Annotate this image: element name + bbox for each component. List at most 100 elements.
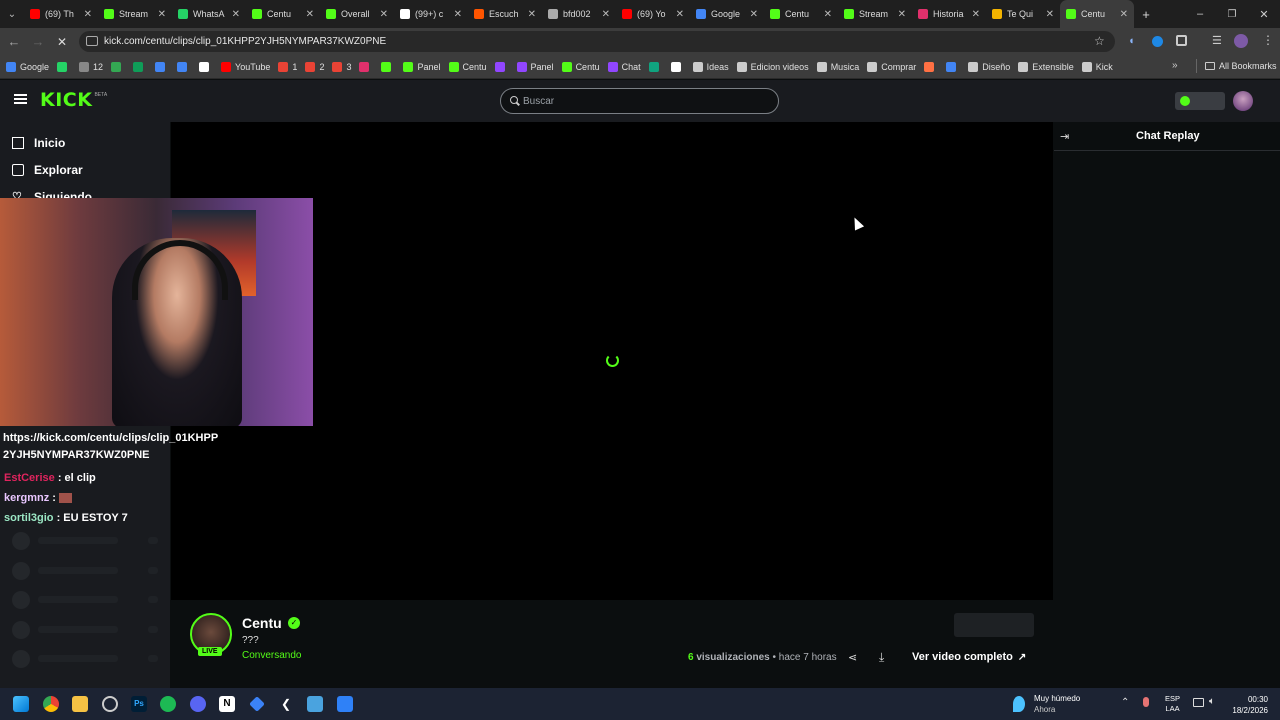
tab-12[interactable]: Historia ✕ xyxy=(912,0,986,28)
notes-icon[interactable] xyxy=(307,696,323,712)
tab-4[interactable]: Overall ✕ xyxy=(320,0,394,28)
tab-7[interactable]: bfd002 ✕ xyxy=(542,0,616,28)
stop-loading-button[interactable]: ✕ xyxy=(50,35,74,49)
media-controls-icon[interactable]: ☰ xyxy=(1212,34,1222,47)
bookmark-22[interactable]: Ideas xyxy=(692,61,729,72)
tab-close-icon[interactable]: ✕ xyxy=(676,9,684,20)
kick-logo[interactable]: KICK BETA xyxy=(40,89,107,111)
restore-button[interactable]: ❐ xyxy=(1216,9,1248,20)
notion-icon[interactable]: N xyxy=(219,696,235,712)
bookmark-5[interactable] xyxy=(155,61,169,72)
bookmark-8[interactable]: YouTube xyxy=(221,61,270,72)
bookmark-18[interactable]: Centu xyxy=(561,61,600,72)
bookmark-29[interactable]: Extensible xyxy=(1018,61,1074,72)
back-button[interactable]: ← xyxy=(2,34,26,49)
chrome-taskbar-icon[interactable] xyxy=(43,696,59,712)
bookmark-11[interactable]: 3 xyxy=(332,61,351,72)
user-avatar[interactable] xyxy=(1233,91,1253,111)
discord-icon[interactable] xyxy=(190,696,206,712)
tab-close-icon[interactable]: ✕ xyxy=(824,9,832,20)
language-indicator[interactable]: ESP LAA xyxy=(1165,694,1180,714)
bookmark-25[interactable]: Comprar xyxy=(867,61,916,72)
tray-chevron-icon[interactable]: ⌃ xyxy=(1121,697,1129,708)
tab-1[interactable]: Stream ✕ xyxy=(98,0,172,28)
browser-menu-icon[interactable]: ⋮ xyxy=(1262,33,1274,47)
spotify-icon[interactable] xyxy=(160,696,176,712)
all-bookmarks-button[interactable]: All Bookmarks xyxy=(1205,61,1277,71)
tab-13[interactable]: Te Qui ✕ xyxy=(986,0,1060,28)
tab-close-icon[interactable]: ✕ xyxy=(528,9,536,20)
bookmark-9[interactable]: 1 xyxy=(278,61,297,72)
nav-inicio[interactable]: Inicio xyxy=(12,136,65,150)
tab-close-icon[interactable]: ✕ xyxy=(602,9,610,20)
bookmark-2[interactable]: 12 xyxy=(79,61,103,72)
tab-close-icon[interactable]: ✕ xyxy=(750,9,758,20)
tab-close-icon[interactable]: ✕ xyxy=(1046,9,1054,20)
full-video-button[interactable]: Ver video completo ↗ xyxy=(912,651,1026,663)
forward-button[interactable]: → xyxy=(26,34,50,49)
bookmark-23[interactable]: Edicion videos xyxy=(736,61,809,72)
tab-6[interactable]: Escuch ✕ xyxy=(468,0,542,28)
tab-3[interactable]: Centu ✕ xyxy=(246,0,320,28)
app-icon-arrow[interactable]: ❮ xyxy=(278,696,294,712)
tab-8[interactable]: (69) Yo ✕ xyxy=(616,0,690,28)
tab-close-icon[interactable]: ✕ xyxy=(972,9,980,20)
tab-11[interactable]: Stream ✕ xyxy=(838,0,912,28)
search-input[interactable]: Buscar xyxy=(500,88,779,114)
kick-toggle-button[interactable] xyxy=(1175,92,1225,110)
app-icon-blue[interactable] xyxy=(337,696,353,712)
bookmark-19[interactable]: Chat xyxy=(607,61,641,72)
bookmark-4[interactable] xyxy=(133,61,147,72)
tab-0[interactable]: (69) Th ✕ xyxy=(24,0,98,28)
close-window-button[interactable]: ✕ xyxy=(1248,8,1280,21)
app-icon-circle[interactable] xyxy=(102,696,118,712)
bookmark-7[interactable] xyxy=(199,61,213,72)
minimize-button[interactable]: – xyxy=(1184,8,1216,20)
extensions-puzzle-icon[interactable] xyxy=(1176,35,1187,46)
tab-close-icon[interactable]: ✕ xyxy=(232,9,240,20)
bookmark-1[interactable] xyxy=(57,61,71,72)
bookmark-24[interactable]: Musica xyxy=(816,61,859,72)
volume-icon[interactable]: 🔈︎ xyxy=(1209,696,1215,707)
tab-5[interactable]: (99+) c ✕ xyxy=(394,0,468,28)
tab-14[interactable]: Centu ✕ xyxy=(1060,0,1134,28)
file-explorer-icon[interactable] xyxy=(72,696,88,712)
bookmark-17[interactable]: Panel xyxy=(516,61,554,72)
tab-9[interactable]: Google ✕ xyxy=(690,0,764,28)
clock[interactable]: 00:30 18/2/2026 xyxy=(1226,694,1268,716)
bookmark-21[interactable] xyxy=(670,61,685,72)
share-icon[interactable]: ⋖ xyxy=(848,651,857,664)
tab-close-icon[interactable]: ✕ xyxy=(306,9,314,20)
site-info-icon[interactable] xyxy=(86,36,98,46)
weather-icon[interactable] xyxy=(1013,696,1025,712)
download-icon[interactable]: ⤓ xyxy=(879,650,884,665)
bookmark-0[interactable]: Google xyxy=(6,61,49,72)
windows-start-icon[interactable] xyxy=(13,696,29,712)
tab-close-icon[interactable]: ✕ xyxy=(898,9,906,20)
bookmark-13[interactable] xyxy=(381,61,395,72)
bookmark-12[interactable] xyxy=(359,61,373,72)
hamburger-menu-icon[interactable] xyxy=(14,94,27,104)
category-link[interactable]: Conversando xyxy=(242,650,301,661)
bookmark-26[interactable] xyxy=(924,61,938,72)
bookmark-15[interactable]: Centu xyxy=(448,61,487,72)
profile-avatar-icon[interactable] xyxy=(1234,34,1248,48)
collapse-chat-icon[interactable]: ⇥ xyxy=(1060,130,1069,143)
photoshop-icon[interactable]: Ps xyxy=(131,696,147,712)
nav-explorar[interactable]: Explorar xyxy=(12,163,83,177)
bookmark-16[interactable] xyxy=(494,61,509,72)
bookmark-star-icon[interactable]: ☆ xyxy=(1094,34,1105,48)
tab-close-icon[interactable]: ✕ xyxy=(454,9,462,20)
tab-close-icon[interactable]: ✕ xyxy=(1120,9,1128,20)
tab-close-icon[interactable]: ✕ xyxy=(158,9,166,20)
tab-search-button[interactable]: ⌄ xyxy=(0,9,24,20)
microphone-icon[interactable] xyxy=(1143,697,1149,707)
bookmark-3[interactable] xyxy=(111,61,125,72)
tab-10[interactable]: Centu ✕ xyxy=(764,0,838,28)
extension-icon-1[interactable]: ◖ xyxy=(1128,35,1135,47)
tab-close-icon[interactable]: ✕ xyxy=(380,9,388,20)
extension-icon-2[interactable] xyxy=(1152,36,1163,47)
bookmark-20[interactable] xyxy=(648,61,663,72)
weather-widget[interactable]: Muy húmedo Ahora xyxy=(1034,693,1080,715)
channel-name[interactable]: Centu xyxy=(242,615,282,631)
